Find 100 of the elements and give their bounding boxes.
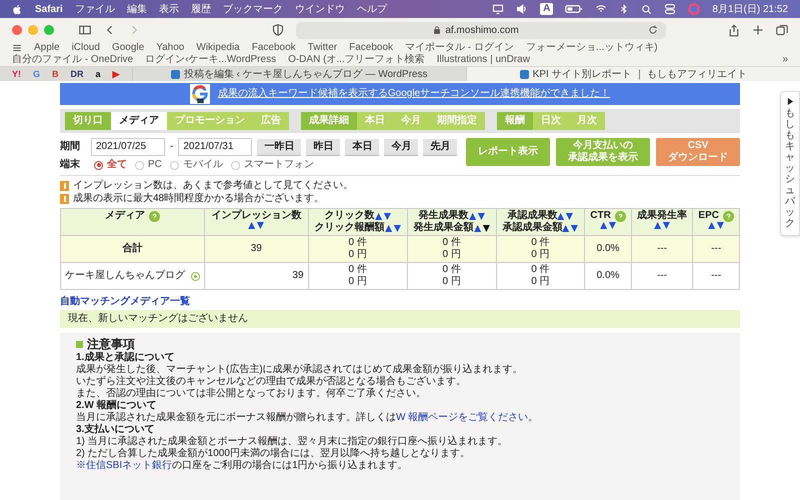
share-icon: [728, 24, 740, 36]
tabs-overview-icon: [776, 24, 788, 36]
menu-item[interactable]: ブックマーク: [222, 2, 283, 16]
more-bookmarks-button[interactable]: »: [782, 54, 788, 66]
notes-text: 1) 当月に承認された成果金額とボーナス報酬は、翌々月末に指定の銀行口座へ振り込まれます。: [76, 436, 509, 448]
browser-tab[interactable]: KPI サイト別レポート ｜ もしもアフィリエイト: [466, 67, 800, 81]
reload-icon: [648, 25, 658, 35]
bookmark-link[interactable]: Facebook: [349, 42, 394, 54]
column-header: 承認成果数 承認成果金額: [496, 208, 585, 236]
menu-item[interactable]: ウインドウ: [294, 2, 345, 16]
radio-label[interactable]: 全て: [107, 159, 127, 171]
banner-link[interactable]: 成果の流入キーワード候補を表示するGoogleサーチコンソール連携機能ができました！: [218, 88, 610, 100]
bookmark-link[interactable]: O-DAN (オ...フリーフォト検索: [288, 54, 425, 66]
bluetooth-icon: [619, 3, 630, 15]
column-header: EPC: [692, 208, 740, 236]
column-header: 成果発生率: [631, 208, 693, 236]
input-source-indicator[interactable]: A: [540, 3, 554, 15]
notes-heading: 3.支払いについて: [76, 424, 156, 436]
bookmark-link[interactable]: Apple: [34, 42, 60, 54]
table-cell: 0 件 0 円: [308, 262, 408, 290]
notice-text: 成果の表示に最大48時間程度かかる場合がございます。: [73, 193, 324, 205]
bookmark-link[interactable]: Facebook: [252, 42, 296, 54]
table-cell: ---: [692, 262, 740, 290]
report-tab[interactable]: メディア: [111, 112, 167, 130]
column-header: メディア: [60, 208, 205, 236]
pinned-tab[interactable]: B: [52, 70, 59, 78]
pinned-tab[interactable]: a: [96, 70, 101, 78]
date-separator: -: [170, 141, 174, 153]
column-header: 発生成果数 発生成果金額: [407, 208, 496, 236]
pinned-tab[interactable]: DR: [70, 70, 84, 78]
radio-label[interactable]: スマートフォン: [244, 159, 314, 171]
menu-clock[interactable]: 8月1日(日) 21:52: [712, 2, 788, 16]
table-cell: ---: [631, 262, 693, 290]
menu-item[interactable]: 表示: [158, 2, 179, 16]
bookmark-link[interactable]: Google: [112, 42, 144, 54]
end-date-field[interactable]: 2021/07/31: [178, 138, 252, 156]
menu-item[interactable]: 履歴: [190, 2, 211, 16]
url-text: af.moshimo.com: [445, 24, 519, 38]
battery-icon: [565, 3, 584, 15]
favicon-icon: [520, 70, 529, 78]
notes-link[interactable]: ※住信SBIネット銀行: [76, 460, 172, 471]
sort-icon[interactable]: [474, 224, 490, 232]
apple-logo-icon[interactable]: [12, 4, 23, 14]
menu-item[interactable]: ヘルプ: [356, 2, 387, 16]
notice-text: インプレッション数は、あくまで参考値として見てください。: [73, 180, 353, 192]
bookmark-link[interactable]: iCloud: [72, 42, 100, 54]
notes-text: 当月に承認された成果金額を元にボーナス報酬が贈られます。詳しくはW 報酬ページをご覧ください。: [76, 412, 540, 424]
side-tab[interactable]: もしもキャッシュバック: [780, 91, 800, 236]
menu-item[interactable]: ファイル: [74, 2, 115, 16]
menu-item[interactable]: Safari: [35, 2, 63, 16]
notes-link[interactable]: W 報酬ページをご覧ください: [396, 412, 528, 423]
warning-icon: [60, 194, 69, 204]
display-icon: [492, 3, 504, 15]
radio-button[interactable]: [230, 160, 240, 170]
warning-icon: [60, 181, 69, 191]
radio-label[interactable]: モバイル: [182, 159, 223, 171]
pinned-tab[interactable]: Y!: [12, 70, 21, 78]
banner-logo-icon: [190, 84, 210, 104]
column-header: CTR: [584, 208, 632, 236]
bookmark-link[interactable]: ログイン‹ケーキ...WordPress: [145, 54, 276, 66]
bookmark-link[interactable]: 自分のファイル - OneDrive: [12, 54, 134, 66]
bookmark-link[interactable]: Yahoo: [156, 42, 184, 54]
radio-button[interactable]: [94, 160, 103, 170]
tab-group-label: 切り口: [65, 112, 111, 130]
close-window-icon[interactable]: [12, 25, 22, 35]
matching-media-link[interactable]: 自動マッチングメディア一覧: [60, 296, 190, 308]
address-bar[interactable]: af.moshimo.com: [296, 22, 666, 38]
notes-text: いたずら注文や注文後のキャンセルなどの理由で成果が否認となる場合もございます。: [76, 376, 467, 388]
quick-period-button[interactable]: 先月: [423, 138, 458, 156]
list-icon: [12, 43, 22, 53]
bookmark-link[interactable]: フォーメーショ...ットウィキ): [526, 42, 658, 54]
notes-text: ※住信SBIネット銀行の口座をご利用の場合には1円から振り込まれます。: [76, 460, 409, 472]
bookmark-link[interactable]: Twitter: [308, 42, 338, 54]
pinned-tab[interactable]: ▶: [112, 70, 120, 78]
radio-button[interactable]: [170, 160, 179, 170]
quick-period-button[interactable]: 今月: [384, 138, 418, 156]
quick-period-button[interactable]: 一昨日: [257, 138, 302, 156]
tab-group-label: 報酬: [497, 112, 533, 130]
lock-icon: [433, 26, 442, 34]
quick-period-button[interactable]: 本日: [345, 138, 380, 156]
matching-message: 現在、新しいマッチングはございません: [60, 310, 740, 328]
plus-icon: [752, 24, 764, 36]
notes-text: 2) ただし合算した成果金額が1000円未満の場合には、翌月以降へ持ち越しとなります。: [76, 448, 471, 460]
radio-button[interactable]: [135, 160, 144, 170]
radio-label[interactable]: PC: [148, 159, 162, 171]
menu-item[interactable]: 編集: [126, 2, 147, 16]
sidebar-icon: [78, 24, 92, 36]
start-date-field[interactable]: 2021/07/25: [91, 138, 165, 156]
bookmark-link[interactable]: マイポータル - ログイン: [405, 42, 514, 54]
period-label: 期間: [60, 141, 81, 153]
bookmark-link[interactable]: Wikipedia: [196, 42, 240, 54]
bookmark-link[interactable]: Illustrations | unDraw: [436, 54, 530, 66]
tab-group-label: 成果詳細: [301, 112, 357, 130]
quick-period-button[interactable]: 昨日: [306, 138, 340, 156]
table-cell: 0.0%: [584, 262, 632, 290]
table-cell: 0 件 0 円: [496, 262, 585, 290]
column-header: クリック数 クリック報酬額: [308, 208, 408, 236]
table-cell: 39: [204, 262, 308, 290]
notes-heading: 2.W 報酬について: [76, 400, 158, 412]
device-label: 端末: [60, 159, 81, 171]
